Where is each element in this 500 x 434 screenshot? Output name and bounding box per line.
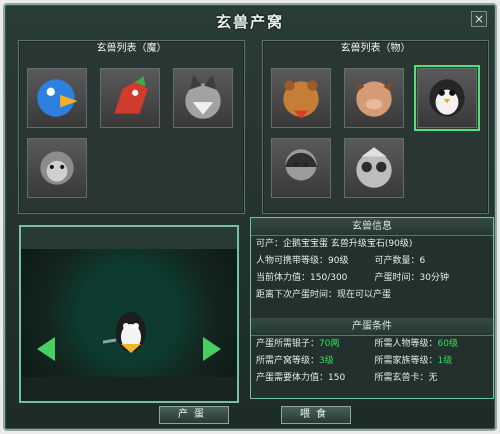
bird-icon — [37, 79, 78, 117]
bear-icon — [283, 80, 319, 119]
info-row: 人物可携带等级：90级 可产数量：6 — [256, 256, 426, 266]
pet-slot[interactable] — [344, 68, 404, 128]
dragon-icon — [114, 76, 148, 114]
pet-slot-selected[interactable] — [414, 65, 480, 131]
right-panel-title: 玄兽列表（物） — [340, 43, 411, 54]
pet-slot[interactable] — [100, 68, 160, 128]
pet-info-panel: 玄兽信息 可产：企鹅宝宝蛋 玄兽升级宝石(90级) 人物可携带等级：90级 可产数… — [250, 217, 494, 399]
wolf-icon — [185, 75, 221, 119]
breeding-window: 玄兽产窝 × 玄兽列表（魔） 玄兽列表（物） 玄兽信息 可产：企鹅宝宝蛋 玄兽升… — [3, 3, 497, 431]
produce-egg-button[interactable]: 产蛋 — [159, 406, 229, 424]
monkey-icon — [40, 151, 74, 185]
condition-row: 产蛋需要体力值：150 所需玄兽卡：无 — [256, 373, 438, 383]
pet-slot[interactable] — [27, 138, 87, 198]
egg-conditions-title: 产蛋条件 — [251, 318, 493, 336]
rotate-right-icon[interactable] — [203, 337, 221, 361]
pet-slot[interactable] — [27, 68, 87, 128]
pet-slot[interactable] — [271, 138, 331, 198]
pig-icon — [354, 81, 394, 117]
left-panel-title: 玄兽列表（魔） — [96, 43, 167, 54]
condition-row: 所需产窝等级：3级 所需家族等级：1级 — [256, 356, 453, 366]
can-produce-row: 可产：企鹅宝宝蛋 玄兽升级宝石(90级) — [256, 239, 413, 249]
rotate-left-icon[interactable] — [37, 337, 55, 361]
pet-preview-scene — [19, 225, 239, 403]
close-button[interactable]: × — [471, 11, 487, 27]
window-title: 玄兽产窝 — [215, 13, 284, 31]
panda-icon — [356, 147, 392, 188]
penguin-icon — [429, 79, 465, 117]
info-row: 当前体力值：150/300 产蛋时间：30分钟 — [256, 273, 449, 283]
next-egg-row: 距离下次产蛋时间：现在可以产蛋 — [256, 290, 392, 300]
penguin-preview-icon — [103, 312, 146, 353]
pet-slot[interactable] — [271, 68, 331, 128]
pet-info-title: 玄兽信息 — [251, 218, 493, 236]
pet-slot[interactable] — [173, 68, 233, 128]
feed-button[interactable]: 喂食 — [281, 406, 351, 424]
right-pet-panel: 玄兽列表（物） — [262, 40, 489, 214]
woman-icon — [285, 149, 317, 181]
condition-row: 产蛋所需银子：70两 所需人物等级：60级 — [256, 339, 458, 349]
left-pet-panel: 玄兽列表（魔） — [18, 40, 245, 214]
pet-slot[interactable] — [344, 138, 404, 198]
